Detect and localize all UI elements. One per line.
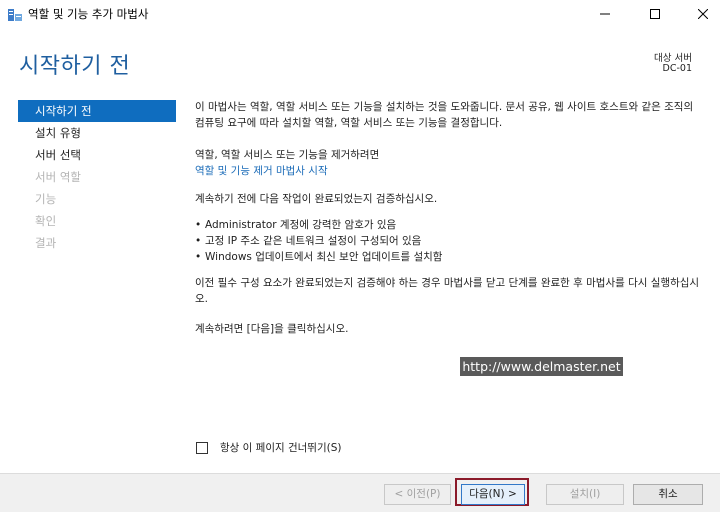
- minimize-button[interactable]: [582, 0, 628, 28]
- target-server-label: 대상 서버: [654, 53, 692, 64]
- page-title: 시작하기 전: [19, 54, 131, 79]
- cancel-button[interactable]: 취소: [633, 484, 703, 505]
- window-title: 역할 및 기능 추가 마법사: [28, 7, 149, 21]
- close-button[interactable]: [680, 0, 720, 28]
- wizard-nav: 시작하기 전 설치 유형 서버 선택 서버 역할 기능 확인 결과: [18, 100, 176, 254]
- list-item: Administrator 계정에 강력한 암호가 있음: [195, 217, 705, 233]
- skip-page-checkbox[interactable]: [196, 441, 208, 454]
- continue-text: 계속하려면 [다음]을 클릭하십시오.: [195, 323, 349, 335]
- nav-item-installation-type[interactable]: 설치 유형: [18, 122, 176, 144]
- wizard-content: 이 마법사는 역할, 역할 서비스 또는 기능을 설치하는 것을 도와줍니다. …: [195, 99, 705, 337]
- nav-item-server-roles: 서버 역할: [35, 170, 81, 184]
- maximize-button[interactable]: [632, 0, 678, 28]
- watermark: http://www.delmaster.net: [460, 357, 623, 376]
- prerequisite-list: Administrator 계정에 강력한 암호가 있음 고정 IP 주소 같은…: [195, 217, 705, 265]
- nav-item-before-you-begin[interactable]: 시작하기 전: [18, 100, 176, 122]
- nav-item-results: 결과: [35, 236, 57, 250]
- nav-item-server-selection[interactable]: 서버 선택: [18, 144, 176, 166]
- intro-text: 이 마법사는 역할, 역할 서비스 또는 기능을 설치하는 것을 도와줍니다. …: [195, 101, 694, 129]
- skip-page-label: 항상 이 페이지 건너뛰기(S): [220, 442, 342, 454]
- remove-text: 역할, 역할 서비스 또는 기능을 제거하려면: [195, 149, 380, 161]
- nav-item-confirmation: 확인: [35, 214, 57, 228]
- next-button[interactable]: 다음(N) >: [461, 484, 525, 505]
- nav-item-features: 기능: [35, 192, 57, 206]
- install-button: 설치(I): [546, 484, 624, 505]
- title-bar: 역할 및 기능 추가 마법사: [0, 0, 720, 28]
- remove-wizard-link[interactable]: 역할 및 기능 제거 마법사 시작: [195, 163, 705, 179]
- close-wizard-text: 이전 필수 구성 요소가 완료되었는지 검증해야 하는 경우 마법사를 닫고 단…: [195, 277, 700, 305]
- target-server-value: DC-01: [662, 63, 692, 74]
- list-item: 고정 IP 주소 같은 네트워크 설정이 구성되어 있음: [195, 233, 705, 249]
- skip-page-option[interactable]: 항상 이 페이지 건너뛰기(S): [196, 440, 341, 455]
- previous-button: < 이전(P): [384, 484, 451, 505]
- verify-text: 계속하기 전에 다음 작업이 완료되었는지 검증하십시오.: [195, 193, 438, 205]
- wizard-header: 시작하기 전 대상 서버 DC-01: [0, 28, 720, 90]
- server-manager-icon: [7, 7, 23, 21]
- list-item: Windows 업데이트에서 최신 보안 업데이트를 설치함: [195, 249, 705, 265]
